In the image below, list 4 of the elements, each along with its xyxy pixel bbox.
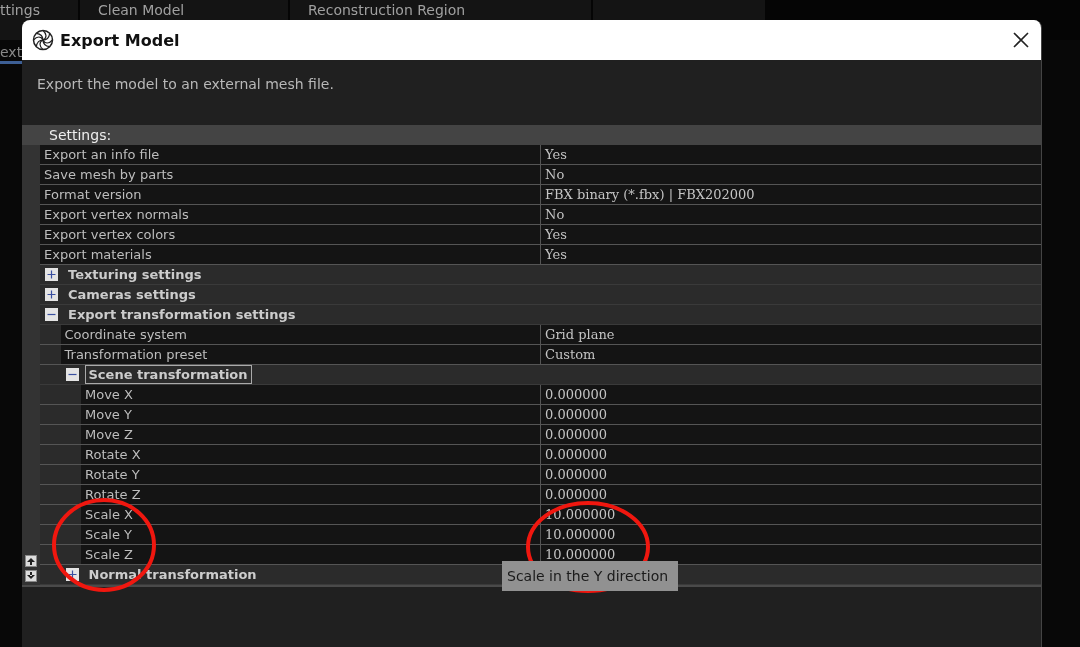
tooltip: Scale in the Y direction: [502, 561, 678, 591]
window-title: Export Model: [60, 30, 181, 50]
section-header: Settings:: [22, 125, 1041, 145]
description-text: Export the model to an external mesh file.: [36, 75, 335, 94]
